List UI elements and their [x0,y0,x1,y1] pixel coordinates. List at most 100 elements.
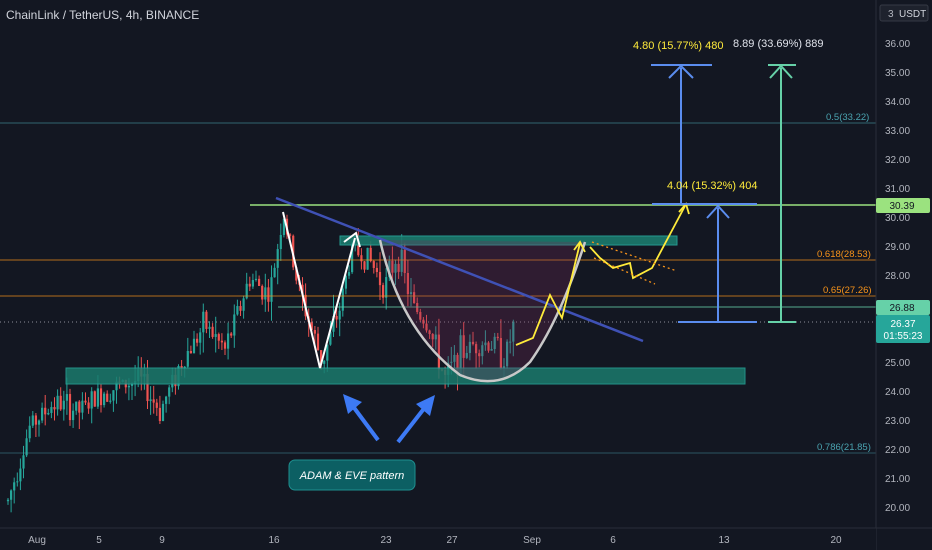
candle-body [168,387,171,397]
candle-body [316,333,320,351]
candle-body [99,388,103,406]
y-tick-label: 34.00 [885,97,910,108]
x-tick-label: 9 [159,535,165,546]
chart-title: ChainLink / TetherUS, 4h, BINANCE [6,8,199,22]
candle-body [205,311,208,329]
candle-body [270,277,273,302]
candle-body [34,415,37,425]
x-tick-label: 6 [610,535,616,546]
x-tick-label: Aug [28,535,46,546]
candle-body [78,401,81,413]
candle-body [103,393,106,406]
candle-body [267,287,270,302]
candle-body [155,402,158,408]
y-tick-label: 22.00 [885,445,910,456]
y-tick-label: 24.00 [885,387,910,398]
candle-body [106,393,109,402]
candle-body [261,285,264,300]
candle-body [323,360,326,364]
candle-body [37,420,41,425]
candle-body [208,326,211,329]
candle-body [192,338,196,354]
fib-label-0-786: 0.786(21.85) [817,442,871,453]
candle-body [369,247,372,262]
candle-body [196,338,199,343]
y-tick-label: 28.00 [885,271,910,282]
candle-body [335,315,338,320]
fib-label-0-65: 0.65(27.26) [823,285,872,296]
candle-body [186,350,189,367]
candle-body [199,332,202,343]
candle-body [366,247,369,270]
candle-body [258,278,261,286]
currency-label: USDT [899,9,926,20]
candle-body [385,277,388,298]
candle-body [233,314,236,336]
candle-body [50,407,53,413]
candle-body [223,342,227,349]
price-tag-level-text: 26.88 [889,303,914,314]
candle-body [149,399,152,402]
candle-body [47,412,50,415]
y-tick-label: 21.00 [885,474,910,485]
candle-body [65,394,68,401]
x-tick-label: Sep [523,535,541,546]
x-tick-label: 27 [446,535,458,546]
target3-label: 8.89 (33.69%) 889 [733,38,824,50]
price-tag-resistance-text: 30.39 [889,201,914,212]
candle-body [220,340,223,343]
scale-badge: 3 [888,9,894,20]
candle-body [59,395,62,410]
support-zone [65,367,746,385]
candle-body [72,410,75,421]
target2-label: 4.80 (15.77%) 480 [633,40,724,52]
fib-label-0-618: 0.618(28.53) [817,249,871,260]
candle-body [6,499,10,502]
candle-body [90,391,93,409]
y-tick-label: 23.00 [885,416,910,427]
annotation-label: ADAM & EVE pattern [299,470,405,482]
candle-body [41,407,44,421]
candle-body [10,490,13,500]
price-chart[interactable]: ADAM & EVE pattern 4.04 (15.32%) 404 4.8… [0,0,932,550]
candle-body [109,400,112,402]
x-tick-label: 20 [830,535,842,546]
y-tick-label: 31.00 [885,184,910,195]
candle-body [13,482,16,491]
candle-body [338,310,341,320]
candle-body [161,403,165,421]
candle-body [158,407,161,421]
x-tick-label: 23 [380,535,392,546]
candle-body [273,267,276,278]
candle-body [248,283,251,287]
candle-body [264,287,267,300]
candle-body [165,396,168,404]
candle-body [276,249,279,268]
candle-body [56,395,59,410]
candle-body [22,455,25,469]
time-axis[interactable] [0,528,876,550]
candle-body [236,306,239,315]
x-tick-label: 13 [718,535,730,546]
candle-body [44,407,47,415]
candle-body [189,350,192,354]
candle-body [254,278,258,281]
y-tick-label: 20.00 [885,503,910,514]
x-tick-label: 16 [268,535,280,546]
candle-body [62,400,65,410]
fib-label-0-5: 0.5(33.22) [826,112,869,123]
candle-body [16,481,19,483]
candle-body [211,326,214,337]
x-tick-label: 5 [96,535,102,546]
candle-body [96,388,99,407]
candle-body [363,261,366,270]
candle-body [112,390,115,401]
y-tick-label: 30.00 [885,213,910,224]
candle-body [251,280,254,287]
candle-body [375,267,378,272]
price-tag-current-text: 26.37 [890,319,915,330]
candle-body [347,272,351,276]
candle-body [93,391,96,407]
candle-body [239,306,242,311]
candle-body [372,261,375,268]
